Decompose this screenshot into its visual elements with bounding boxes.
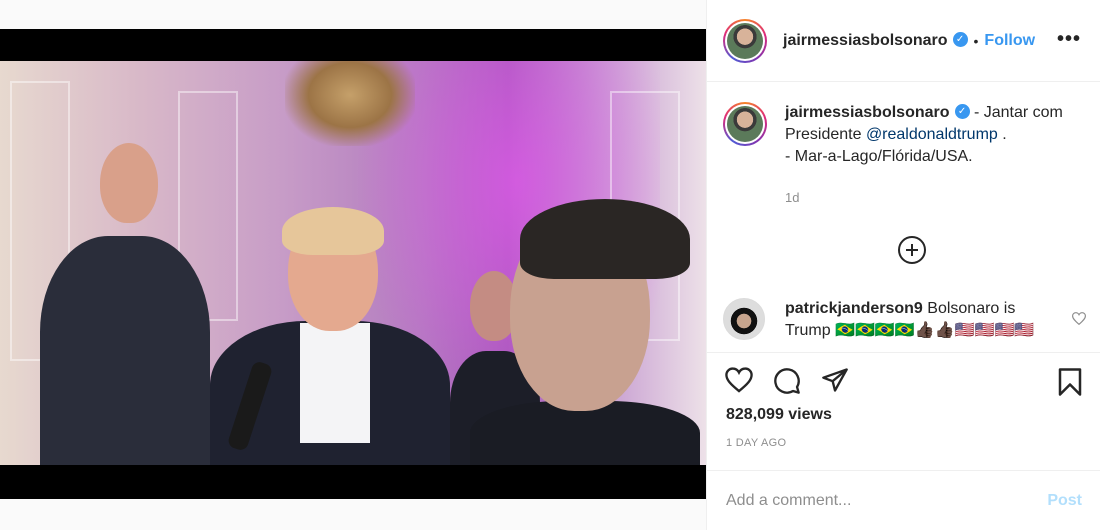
caption-text: jairmessiasbolsonaro ✓ - Jantar com Presi… (785, 102, 1090, 168)
caption: jairmessiasbolsonaro ✓ - Jantar com Presi… (723, 102, 1093, 168)
video-frame-image (0, 61, 706, 465)
separator-dot: • (973, 32, 979, 49)
person-right-hair (520, 199, 690, 279)
caption-avatar[interactable] (723, 102, 767, 146)
add-comment-bar: Post (707, 470, 1100, 530)
verified-icon: ✓ (952, 32, 968, 47)
avatar-border (725, 20, 765, 61)
heart-small-icon[interactable] (1071, 312, 1087, 328)
video-player[interactable] (0, 29, 706, 499)
person-left-suit (40, 236, 210, 465)
header-username[interactable]: jairmessiasbolsonaro (783, 32, 948, 50)
caption-username[interactable]: jairmessiasbolsonaro (785, 104, 950, 121)
person-center-hair (282, 207, 384, 255)
mention-link[interactable]: @realdonaldtrump (866, 126, 998, 143)
post-header: jairmessiasbolsonaro ✓ • Follow ••• (707, 0, 1100, 82)
media-area (0, 0, 706, 530)
person-center-shirt (300, 323, 370, 443)
verified-icon: ✓ (954, 104, 970, 120)
caption-location-line: - Mar-a-Lago/Flórida/USA. (785, 148, 973, 165)
heart-icon[interactable] (725, 367, 753, 398)
comment-text: patrickjanderson9 Bolsonaro is Trump 🇧🇷🇧… (785, 298, 1055, 342)
avatar-border (725, 104, 765, 144)
comment-icon[interactable] (773, 367, 801, 400)
header-user-row: jairmessiasbolsonaro ✓ • Follow (783, 32, 1035, 50)
avatar[interactable] (723, 18, 767, 63)
instagram-post: jairmessiasbolsonaro ✓ • Follow ••• jair… (0, 0, 1100, 530)
share-icon[interactable] (821, 367, 849, 398)
avatar-image (727, 106, 763, 142)
bookmark-icon[interactable] (1057, 367, 1083, 402)
post-button[interactable]: Post (1047, 492, 1082, 510)
avatar-image (727, 22, 763, 59)
comment-avatar[interactable] (723, 298, 765, 340)
post-date[interactable]: 1 DAY AGO (726, 437, 786, 449)
comment-username[interactable]: patrickjanderson9 (785, 300, 923, 317)
view-count[interactable]: 828,099 views (726, 406, 832, 424)
comment-item: patrickjanderson9 Bolsonaro is Trump 🇧🇷🇧… (723, 298, 1093, 342)
post-sidebar: jairmessiasbolsonaro ✓ • Follow ••• jair… (706, 0, 1100, 530)
caption-timestamp[interactable]: 1d (785, 190, 799, 205)
comment-input[interactable] (726, 491, 1048, 510)
action-bar (707, 352, 1100, 412)
follow-button[interactable]: Follow (984, 32, 1035, 50)
more-options-icon[interactable]: ••• (1057, 28, 1081, 51)
plus-circle-icon[interactable] (898, 236, 926, 264)
person-left-head (100, 143, 158, 223)
chandelier (285, 61, 415, 146)
caption-body-end: . (997, 126, 1007, 143)
